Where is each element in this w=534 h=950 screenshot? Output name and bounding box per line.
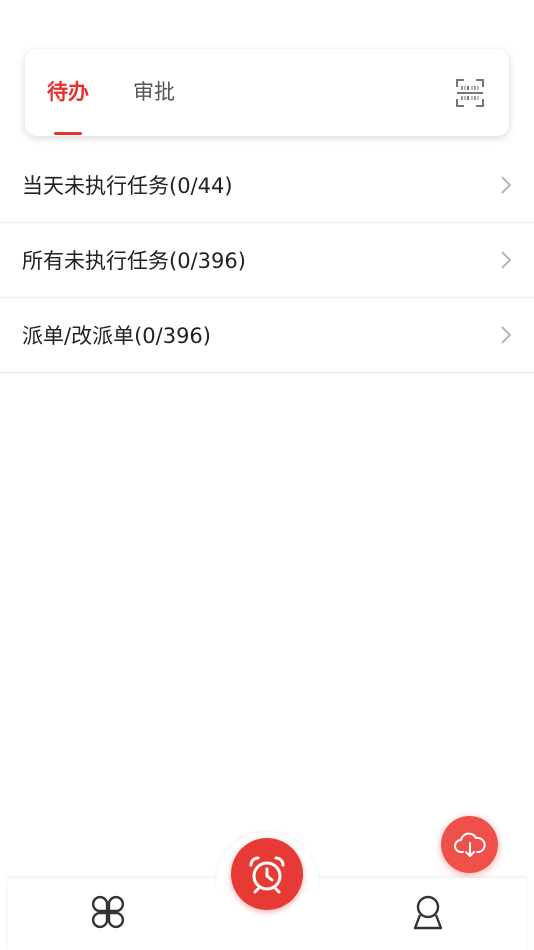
task-list: 当天未执行任务(0/44) 所有未执行任务(0/396) 派单/改派单(0/39… [0,148,534,373]
active-tab-indicator [54,132,82,135]
tab-todo[interactable]: 待办 [47,78,89,106]
tab-profile[interactable] [408,892,448,932]
barcode-scan-icon [456,79,484,107]
list-item[interactable]: 当天未执行任务(0/44) [0,148,534,223]
tab-card: 待办 审批 [25,49,509,136]
list-item-label: 当天未执行任务(0/44) [22,174,233,198]
chevron-right-icon [501,176,512,194]
tab-home[interactable] [88,892,128,932]
chevron-right-icon [501,326,512,344]
user-icon [413,895,443,930]
tab-approve[interactable]: 审批 [133,78,175,106]
list-item-label: 所有未执行任务(0/396) [22,249,246,273]
scan-button[interactable] [455,78,485,108]
list-item[interactable]: 所有未执行任务(0/396) [0,223,534,298]
cloud-download-icon [453,832,486,857]
list-item[interactable]: 派单/改派单(0/396) [0,298,534,373]
list-item-label: 派单/改派单(0/396) [22,324,211,348]
alarm-button[interactable] [231,838,303,910]
chevron-right-icon [501,251,512,269]
grid-clover-icon [91,895,125,929]
alarm-clock-icon [249,856,285,894]
download-button[interactable] [441,816,498,873]
